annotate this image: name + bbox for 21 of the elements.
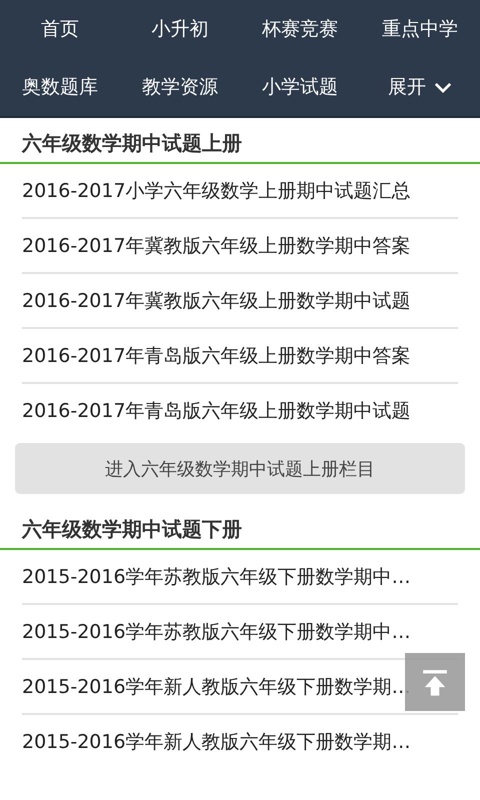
section-heading: 六年级数学期中试题下册	[0, 504, 480, 550]
section-heading: 六年级数学期中试题上册	[0, 118, 480, 164]
article-link[interactable]: 2016-2017年冀教版六年级上册数学期中试题	[22, 288, 411, 314]
nav-link[interactable]: 教学资源	[120, 58, 240, 116]
article-link[interactable]: 2016-2017年青岛版六年级上册数学期中试题	[22, 398, 411, 424]
section-more-button[interactable]: 进入六年级数学期中试题上册栏目	[15, 443, 465, 494]
article-link[interactable]: 2015-2016学年新人教版六年级下册数学期…	[22, 674, 411, 700]
chevron-down-icon	[434, 82, 452, 92]
nav-link[interactable]: 奥数题库	[0, 58, 120, 116]
nav-link[interactable]: 展开	[360, 58, 480, 116]
article-link[interactable]: 2015-2016学年新人教版六年级下册数学期…	[22, 728, 411, 754]
article-link[interactable]: 2016-2017年青岛版六年级上册数学期中答案	[22, 342, 411, 368]
article-link[interactable]: 2015-2016学年苏教版六年级下册数学期中…	[22, 564, 411, 590]
nav-link[interactable]: 小学试题	[240, 58, 360, 116]
nav-link[interactable]: 首页	[0, 0, 120, 58]
article-link[interactable]: 2015-2016学年苏教版六年级下册数学期中…	[22, 618, 411, 644]
article-link[interactable]: 2016-2017小学六年级数学上册期中试题汇总	[22, 178, 411, 204]
article-link[interactable]: 2016-2017年冀教版六年级上册数学期中答案	[22, 232, 411, 258]
nav-link[interactable]: 重点中学	[360, 0, 480, 58]
nav-link[interactable]: 小升初	[120, 0, 240, 58]
nav-link[interactable]: 杯赛竞赛	[240, 0, 360, 58]
